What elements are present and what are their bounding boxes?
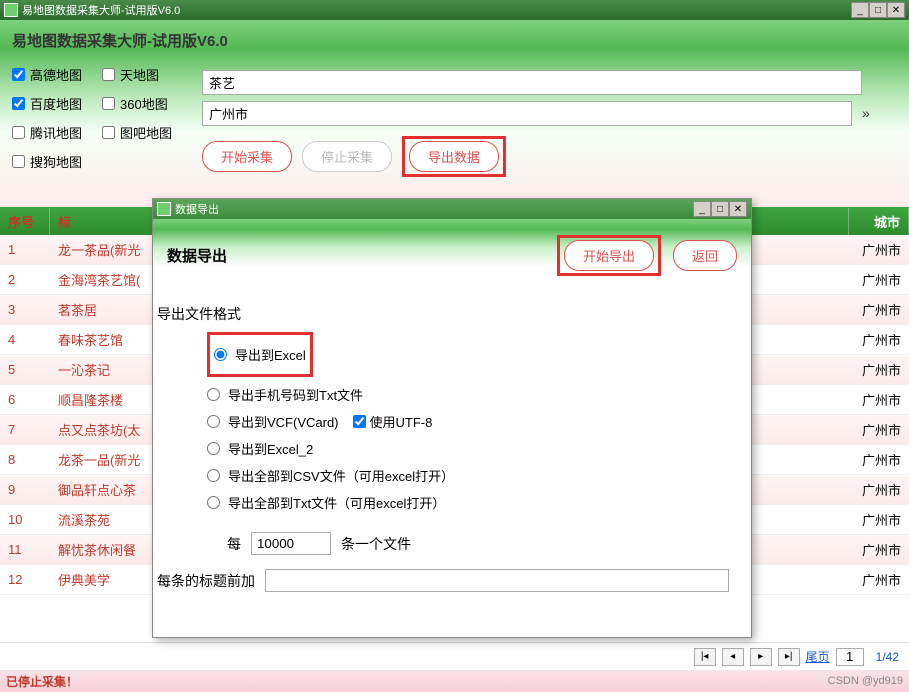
close-button[interactable]: ✕ [887, 2, 905, 18]
col-idx: 序号 [0, 208, 50, 235]
keyword-input[interactable] [202, 70, 862, 95]
dialog-maximize[interactable]: □ [711, 201, 729, 217]
split-count-input[interactable] [251, 532, 331, 555]
app-icon [4, 3, 18, 17]
dialog-icon [157, 202, 171, 216]
pager-total: 1/42 [876, 650, 899, 664]
pager-bar: |◂ ◂ ▸ ▸| 尾页 1/42 [0, 642, 909, 670]
minimize-button[interactable]: _ [851, 2, 869, 18]
prefix-input[interactable] [265, 569, 729, 592]
dialog-title: 数据导出 [167, 245, 227, 266]
back-button[interactable]: 返回 [673, 240, 737, 271]
radio-txt[interactable]: 导出手机号码到Txt文件 [207, 385, 747, 404]
chk-gaode[interactable]: 高德地图 [12, 65, 102, 84]
pager-next[interactable]: ▸ [750, 648, 772, 666]
maximize-button[interactable]: □ [869, 2, 887, 18]
status-bar: 已停止采集！ CSDN @yd919 [0, 670, 909, 692]
stop-collect-button[interactable]: 停止采集 [302, 141, 392, 172]
pager-page-input[interactable] [836, 648, 864, 666]
window-title: 易地图数据采集大师-试用版V6.0 [22, 2, 180, 18]
dialog-minimize[interactable]: _ [693, 201, 711, 217]
app-title: 易地图数据采集大师-试用版V6.0 [12, 30, 897, 51]
city-expand-icon[interactable]: » [862, 105, 870, 121]
status-text: 已停止采集！ [6, 673, 78, 690]
split-prefix: 每 [227, 534, 241, 554]
dialog-close[interactable]: ✕ [729, 201, 747, 217]
pager-last[interactable]: ▸| [778, 648, 800, 666]
dialog-wintitle: 数据导出 [175, 201, 219, 217]
radio-excel[interactable]: 导出到Excel [214, 345, 306, 364]
pager-first[interactable]: |◂ [694, 648, 716, 666]
format-label: 导出文件格式 [157, 304, 747, 324]
radio-excel2[interactable]: 导出到Excel_2 [207, 439, 747, 458]
split-suffix: 条一个文件 [341, 534, 411, 554]
dialog-titlebar: 数据导出 _ □ ✕ [153, 199, 751, 219]
export-highlight: 导出数据 [402, 136, 506, 177]
export-dialog: 数据导出 _ □ ✕ 数据导出 开始导出 返回 导出文件格式 导出到Excel … [152, 198, 752, 638]
pager-prev[interactable]: ◂ [722, 648, 744, 666]
start-collect-button[interactable]: 开始采集 [202, 141, 292, 172]
prefix-label: 每条的标题前加 [157, 571, 255, 591]
pager-home-link[interactable]: 尾页 [806, 648, 830, 665]
excel-highlight: 导出到Excel [207, 332, 313, 377]
header-panel: 易地图数据采集大师-试用版V6.0 高德地图 天地图 百度地图 360地图 腾讯… [0, 20, 909, 207]
main-titlebar: 易地图数据采集大师-试用版V6.0 _ □ ✕ [0, 0, 909, 20]
chk-tuba[interactable]: 图吧地图 [102, 123, 192, 142]
watermark: CSDN @yd919 [828, 675, 903, 687]
city-input[interactable] [202, 101, 852, 126]
map-checkbox-group: 高德地图 天地图 百度地图 360地图 腾讯地图 图吧地图 搜狗地图 [12, 65, 202, 181]
radio-csv[interactable]: 导出全部到CSV文件（可用excel打开） [207, 466, 747, 485]
chk-360[interactable]: 360地图 [102, 94, 192, 113]
col-city: 城市 [849, 208, 909, 235]
chk-tencent[interactable]: 腾讯地图 [12, 123, 102, 142]
radio-vcf[interactable]: 导出到VCF(VCard)使用UTF-8 [207, 412, 747, 431]
radio-txtall[interactable]: 导出全部到Txt文件（可用excel打开） [207, 493, 747, 512]
chk-sogou[interactable]: 搜狗地图 [12, 152, 102, 171]
chk-utf8[interactable] [353, 415, 366, 428]
chk-tianditu[interactable]: 天地图 [102, 65, 192, 84]
start-export-button[interactable]: 开始导出 [564, 240, 654, 271]
export-data-button[interactable]: 导出数据 [409, 141, 499, 172]
chk-baidu[interactable]: 百度地图 [12, 94, 102, 113]
start-export-highlight: 开始导出 [557, 235, 661, 276]
